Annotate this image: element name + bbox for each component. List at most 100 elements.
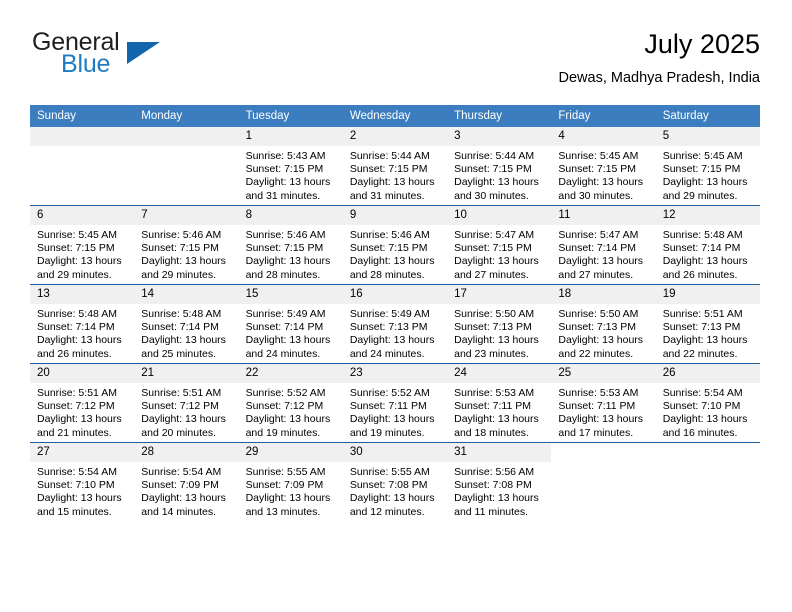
general-blue-logo[interactable]: General Blue bbox=[30, 28, 290, 88]
daylight-text: Daylight: 13 hours and 28 minutes. bbox=[245, 255, 331, 281]
daylight-text: Daylight: 13 hours and 19 minutes. bbox=[245, 413, 331, 439]
day-details: Sunrise: 5:56 AM Sunset: 7:08 PM Daylight:… bbox=[447, 462, 551, 519]
day-number: 16 bbox=[342, 285, 448, 304]
calendar-day-cell[interactable]: 16 Sunrise: 5:49 AM Sunset: 7:13 PM Dayligh… bbox=[342, 284, 448, 364]
daylight-text: Daylight: 13 hours and 27 minutes. bbox=[454, 255, 539, 281]
day-number: 4 bbox=[551, 127, 656, 146]
day-details: Sunrise: 5:48 AM Sunset: 7:14 PM Daylight:… bbox=[30, 304, 134, 361]
daylight-text: Daylight: 13 hours and 24 minutes. bbox=[245, 334, 331, 360]
sunset-text: Sunset: 7:13 PM bbox=[558, 321, 637, 334]
calendar-day-cell[interactable]: 19 Sunrise: 5:51 AM Sunset: 7:13 PM Dayligh… bbox=[655, 284, 760, 364]
day-number: 24 bbox=[447, 364, 552, 383]
day-number: 22 bbox=[238, 364, 343, 383]
day-number: 6 bbox=[30, 206, 135, 225]
calendar-day-cell[interactable]: 8 Sunrise: 5:46 AM Sunset: 7:15 PM Daylight… bbox=[238, 205, 343, 285]
calendar-day-cell[interactable]: 4 Sunrise: 5:45 AM Sunset: 7:15 PM Daylight… bbox=[551, 127, 656, 206]
calendar-day-cell[interactable]: 3 Sunrise: 5:44 AM Sunset: 7:15 PM Daylight… bbox=[447, 127, 552, 206]
day-number: 14 bbox=[134, 285, 239, 304]
calendar-day-cell[interactable]: 10 Sunrise: 5:47 AM Sunset: 7:15 PM Dayligh… bbox=[447, 205, 552, 285]
daylight-text: Daylight: 13 hours and 22 minutes. bbox=[558, 334, 644, 360]
daylight-text: Daylight: 13 hours and 13 minutes. bbox=[245, 492, 331, 518]
calendar-day-cell[interactable]: 13 Sunrise: 5:48 AM Sunset: 7:14 PM Dayligh… bbox=[30, 284, 135, 364]
day-number: 20 bbox=[30, 364, 135, 383]
daylight-text: Daylight: 13 hours and 30 minutes. bbox=[558, 176, 644, 202]
calendar-header-row: Sunday Monday Tuesday Wednesday Thursday… bbox=[30, 105, 760, 127]
day-number: 3 bbox=[447, 127, 552, 146]
calendar-empty-cell bbox=[134, 127, 239, 206]
day-details: Sunrise: 5:49 AM Sunset: 7:14 PM Daylight:… bbox=[239, 304, 343, 361]
calendar-day-cell[interactable]: 24 Sunrise: 5:53 AM Sunset: 7:11 PM Dayligh… bbox=[447, 363, 552, 443]
calendar-day-cell[interactable]: 28 Sunrise: 5:54 AM Sunset: 7:09 PM Dayligh… bbox=[134, 442, 239, 521]
calendar-day-cell[interactable]: 12 Sunrise: 5:48 AM Sunset: 7:14 PM Dayligh… bbox=[655, 205, 760, 285]
sunrise-text: Sunrise: 5:54 AM bbox=[141, 466, 222, 478]
day-details: Sunrise: 5:45 AM Sunset: 7:15 PM Daylight:… bbox=[656, 146, 760, 203]
calendar-day-cell[interactable]: 30 Sunrise: 5:55 AM Sunset: 7:08 PM Dayligh… bbox=[342, 442, 448, 521]
calendar-day-cell[interactable]: 26 Sunrise: 5:54 AM Sunset: 7:10 PM Dayligh… bbox=[655, 363, 760, 443]
sunrise-text: Sunrise: 5:51 AM bbox=[141, 387, 222, 399]
day-details: Sunrise: 5:44 AM Sunset: 7:15 PM Daylight:… bbox=[343, 146, 447, 203]
calendar-day-cell[interactable]: 2 Sunrise: 5:44 AM Sunset: 7:15 PM Daylight… bbox=[342, 127, 448, 206]
day-details: Sunrise: 5:44 AM Sunset: 7:15 PM Daylight:… bbox=[447, 146, 551, 203]
page-title: July 2025 bbox=[644, 29, 760, 59]
calendar-day-cell[interactable]: 20 Sunrise: 5:51 AM Sunset: 7:12 PM Dayligh… bbox=[30, 363, 135, 443]
daylight-text: Daylight: 13 hours and 16 minutes. bbox=[662, 413, 748, 439]
day-number: 17 bbox=[447, 285, 552, 304]
sunrise-text: Sunrise: 5:48 AM bbox=[662, 229, 743, 241]
sunrise-text: Sunrise: 5:45 AM bbox=[37, 229, 117, 241]
day-number: 25 bbox=[551, 364, 656, 383]
calendar-day-cell[interactable]: 22 Sunrise: 5:52 AM Sunset: 7:12 PM Dayligh… bbox=[238, 363, 343, 443]
daylight-text: Daylight: 13 hours and 31 minutes. bbox=[349, 176, 435, 202]
calendar-grid: Sunday Monday Tuesday Wednesday Thursday… bbox=[30, 105, 760, 521]
day-number: 23 bbox=[342, 364, 448, 383]
sunrise-text: Sunrise: 5:49 AM bbox=[349, 308, 430, 320]
sunset-text: Sunset: 7:14 PM bbox=[662, 242, 741, 255]
calendar-day-cell[interactable]: 29 Sunrise: 5:55 AM Sunset: 7:09 PM Dayligh… bbox=[238, 442, 343, 521]
sunrise-text: Sunrise: 5:53 AM bbox=[558, 387, 639, 399]
calendar-day-cell[interactable]: 5 Sunrise: 5:45 AM Sunset: 7:15 PM Daylight… bbox=[655, 127, 760, 206]
calendar-day-cell[interactable]: 11 Sunrise: 5:47 AM Sunset: 7:14 PM Dayligh… bbox=[551, 205, 656, 285]
location-subtitle: Dewas, Madhya Pradesh, India bbox=[558, 70, 761, 86]
day-number bbox=[655, 443, 760, 462]
sunrise-text: Sunrise: 5:55 AM bbox=[245, 466, 326, 478]
sunset-text: Sunset: 7:10 PM bbox=[37, 479, 115, 492]
daylight-text: Daylight: 13 hours and 29 minutes. bbox=[37, 255, 122, 281]
calendar-day-cell[interactable]: 9 Sunrise: 5:46 AM Sunset: 7:15 PM Daylight… bbox=[342, 205, 448, 285]
calendar-day-cell[interactable]: 27 Sunrise: 5:54 AM Sunset: 7:10 PM Dayligh… bbox=[30, 442, 135, 521]
day-number: 13 bbox=[30, 285, 135, 304]
calendar-day-cell[interactable]: 14 Sunrise: 5:48 AM Sunset: 7:14 PM Dayligh… bbox=[134, 284, 239, 364]
sunrise-text: Sunrise: 5:44 AM bbox=[349, 150, 430, 162]
day-number bbox=[134, 127, 239, 146]
sunset-text: Sunset: 7:10 PM bbox=[662, 400, 741, 413]
day-number: 15 bbox=[238, 285, 343, 304]
sunset-text: Sunset: 7:15 PM bbox=[454, 163, 532, 176]
sunset-text: Sunset: 7:15 PM bbox=[662, 163, 741, 176]
calendar-day-cell[interactable]: 7 Sunrise: 5:46 AM Sunset: 7:15 PM Daylight… bbox=[134, 205, 239, 285]
calendar-day-cell[interactable]: 31 Sunrise: 5:56 AM Sunset: 7:08 PM Dayligh… bbox=[447, 442, 552, 521]
sunrise-text: Sunrise: 5:43 AM bbox=[245, 150, 326, 162]
calendar-week-row: 13 Sunrise: 5:48 AM Sunset: 7:14 PM Dayligh… bbox=[30, 284, 760, 364]
weekday-header-saturday: Saturday bbox=[655, 105, 760, 127]
calendar-empty-cell bbox=[655, 442, 760, 521]
sunset-text: Sunset: 7:15 PM bbox=[349, 242, 428, 255]
day-details: Sunrise: 5:50 AM Sunset: 7:13 PM Daylight:… bbox=[447, 304, 551, 361]
sunrise-text: Sunrise: 5:46 AM bbox=[245, 229, 326, 241]
sunrise-text: Sunrise: 5:51 AM bbox=[37, 387, 117, 399]
daylight-text: Daylight: 13 hours and 27 minutes. bbox=[558, 255, 644, 281]
daylight-text: Daylight: 13 hours and 31 minutes. bbox=[245, 176, 331, 202]
sunset-text: Sunset: 7:12 PM bbox=[245, 400, 324, 413]
sunrise-text: Sunrise: 5:50 AM bbox=[454, 308, 535, 320]
calendar-day-cell[interactable]: 15 Sunrise: 5:49 AM Sunset: 7:14 PM Dayligh… bbox=[238, 284, 343, 364]
weekday-header-friday: Friday bbox=[551, 105, 656, 127]
calendar-day-cell[interactable]: 17 Sunrise: 5:50 AM Sunset: 7:13 PM Dayligh… bbox=[447, 284, 552, 364]
daylight-text: Daylight: 13 hours and 19 minutes. bbox=[349, 413, 435, 439]
calendar-day-cell[interactable]: 1 Sunrise: 5:43 AM Sunset: 7:15 PM Daylight… bbox=[238, 127, 343, 206]
daylight-text: Daylight: 13 hours and 20 minutes. bbox=[141, 413, 226, 439]
day-details: Sunrise: 5:46 AM Sunset: 7:15 PM Daylight:… bbox=[134, 225, 238, 282]
calendar-day-cell[interactable]: 21 Sunrise: 5:51 AM Sunset: 7:12 PM Dayligh… bbox=[134, 363, 239, 443]
calendar-day-cell[interactable]: 6 Sunrise: 5:45 AM Sunset: 7:15 PM Daylight… bbox=[30, 205, 135, 285]
calendar-day-cell[interactable]: 18 Sunrise: 5:50 AM Sunset: 7:13 PM Dayligh… bbox=[551, 284, 656, 364]
day-number: 9 bbox=[342, 206, 448, 225]
calendar-day-cell[interactable]: 23 Sunrise: 5:52 AM Sunset: 7:11 PM Dayligh… bbox=[342, 363, 448, 443]
calendar-day-cell[interactable]: 25 Sunrise: 5:53 AM Sunset: 7:11 PM Dayligh… bbox=[551, 363, 656, 443]
calendar-week-row: 6 Sunrise: 5:45 AM Sunset: 7:15 PM Daylight… bbox=[30, 205, 760, 285]
